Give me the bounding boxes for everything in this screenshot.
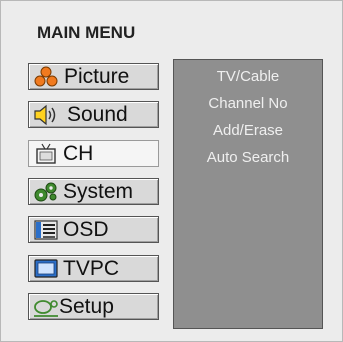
tv-icon xyxy=(33,143,59,165)
gears-icon xyxy=(33,181,59,203)
menu-item-label: Picture xyxy=(64,65,130,88)
submenu-option-add-erase[interactable]: Add/Erase xyxy=(174,122,322,139)
setup-icon xyxy=(33,296,59,318)
submenu-option-channel-no[interactable]: Channel No xyxy=(174,95,322,112)
menu-item-picture[interactable]: Picture xyxy=(28,63,159,90)
menu-item-tvpc[interactable]: TVPC xyxy=(28,255,159,282)
menu-item-label: Sound xyxy=(67,103,128,126)
speaker-icon xyxy=(33,104,59,126)
osd-list-icon xyxy=(33,219,59,241)
submenu-option-tv-cable[interactable]: TV/Cable xyxy=(174,68,322,85)
menu-item-osd[interactable]: OSD xyxy=(28,216,159,243)
monitor-icon xyxy=(33,258,59,280)
menu-item-label: System xyxy=(63,180,134,203)
menu-item-setup[interactable]: Setup xyxy=(28,293,159,320)
menu-item-ch[interactable]: CH xyxy=(28,140,159,167)
submenu-panel: TV/Cable Channel No Add/Erase Auto Searc… xyxy=(173,59,323,329)
menu-item-system[interactable]: System xyxy=(28,178,159,205)
menu-item-sound[interactable]: Sound xyxy=(28,101,159,128)
menu-title: MAIN MENU xyxy=(37,23,136,42)
picture-icon xyxy=(33,66,59,88)
menu-item-label: OSD xyxy=(63,218,109,241)
menu-item-label: CH xyxy=(63,142,94,165)
main-menu-osd: MAIN MENU Picture Sound CH System OSD TV… xyxy=(0,0,343,342)
menu-item-label: TVPC xyxy=(63,257,120,280)
menu-item-label: Setup xyxy=(59,295,114,318)
submenu-option-auto-search[interactable]: Auto Search xyxy=(174,149,322,166)
